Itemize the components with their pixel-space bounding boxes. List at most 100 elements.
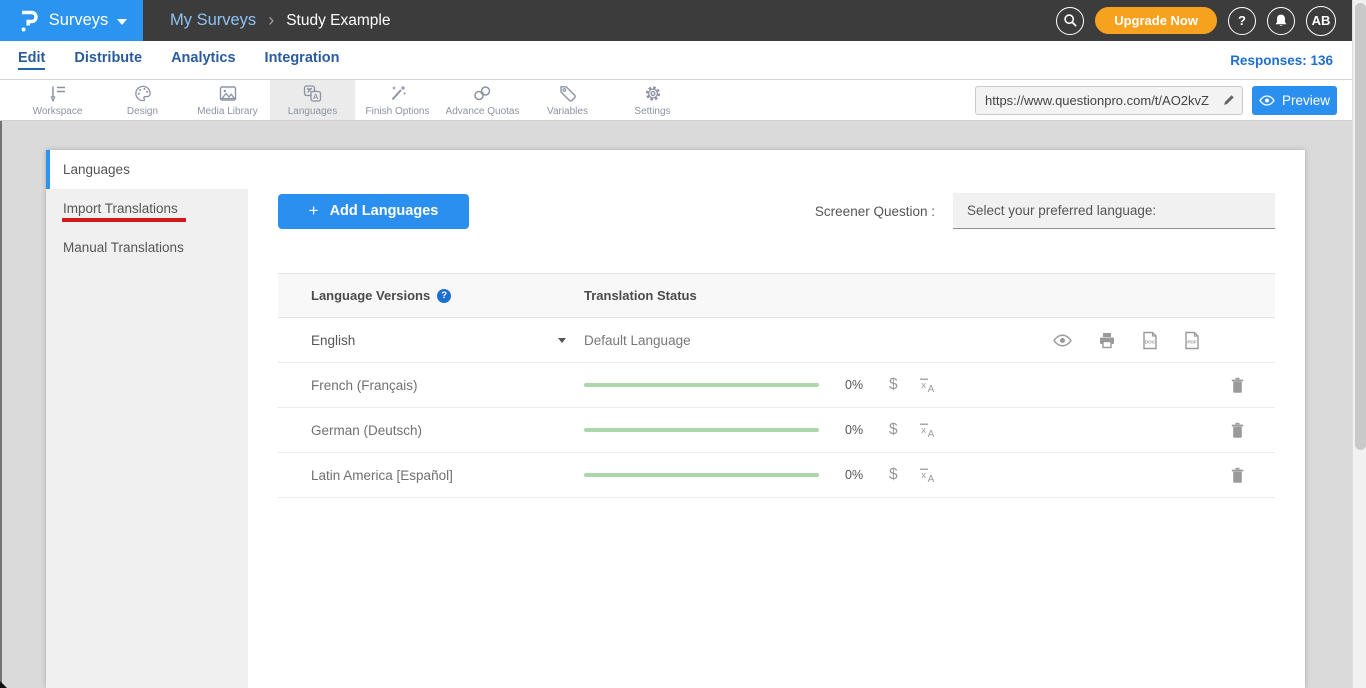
tab-integration[interactable]: Integration: [265, 50, 340, 70]
dollar-icon[interactable]: $: [889, 421, 898, 439]
toolbar-item-advance-quotas[interactable]: Advance Quotas: [440, 80, 525, 120]
toolbar-item-media-library[interactable]: Media Library: [185, 80, 270, 120]
sidebar-item-label: Manual Translations: [63, 240, 184, 255]
languages-icon: A: [302, 84, 323, 103]
translate-icon[interactable]: xA: [918, 377, 936, 393]
questionpro-logo-icon: [16, 8, 40, 34]
edit-url-button[interactable]: [1215, 87, 1242, 114]
add-languages-label: Add Languages: [330, 203, 439, 219]
advance-quotas-icon: [472, 84, 493, 103]
edit-toolbar: Workspace Design Media Library A Languag…: [0, 80, 1366, 121]
red-annotation-underline: [62, 218, 186, 222]
tab-distribute[interactable]: Distribute: [74, 50, 142, 70]
plus-icon: +: [309, 201, 319, 221]
help-button[interactable]: ?: [1228, 7, 1256, 35]
translation-progress-bar: [584, 383, 819, 387]
printer-icon[interactable]: [1098, 332, 1116, 349]
notifications-button[interactable]: [1267, 7, 1295, 35]
svg-text:A: A: [927, 384, 934, 393]
svg-text:x: x: [921, 425, 926, 436]
product-name: Surveys: [49, 11, 109, 30]
tab-edit[interactable]: Edit: [18, 50, 45, 70]
toolbar-item-label: Settings: [634, 106, 670, 117]
language-name: German (Deutsch): [311, 423, 422, 438]
toolbar-item-workspace[interactable]: Workspace: [15, 80, 100, 120]
translate-icon[interactable]: xA: [918, 422, 936, 438]
upgrade-now-button[interactable]: Upgrade Now: [1095, 7, 1217, 34]
svg-text:x: x: [921, 470, 926, 481]
edit-toolbar-items: Workspace Design Media Library A Languag…: [15, 80, 695, 120]
search-button[interactable]: [1056, 7, 1084, 35]
toolbar-item-variables[interactable]: Variables: [525, 80, 610, 120]
column-language-versions: Language Versions: [311, 288, 430, 303]
chevron-down-icon[interactable]: [558, 338, 566, 343]
toolbar-right: Preview: [975, 80, 1337, 120]
eye-icon: [1259, 95, 1275, 106]
doc-icon[interactable]: DOC: [1142, 331, 1158, 350]
trash-icon[interactable]: [1230, 422, 1245, 439]
topbar-actions: Upgrade Now ? AB: [1056, 0, 1336, 41]
vertical-scrollbar[interactable]: [1352, 0, 1366, 688]
responses-count[interactable]: Responses: 136: [1230, 53, 1333, 68]
bell-icon: [1274, 13, 1288, 28]
sidebar-item-import-translations[interactable]: Import Translations: [46, 189, 248, 228]
toolbar-item-languages[interactable]: A Languages: [270, 80, 355, 120]
dollar-icon[interactable]: $: [889, 376, 898, 394]
dollar-icon[interactable]: $: [889, 466, 898, 484]
tab-analytics[interactable]: Analytics: [171, 50, 235, 70]
table-row-language: French (Français) 0% $ xA: [278, 363, 1275, 408]
toolbar-item-label: Advance Quotas: [446, 106, 520, 117]
translation-percent: 0%: [845, 423, 873, 437]
avatar-initials: AB: [1312, 13, 1331, 28]
pencil-icon: [1222, 93, 1236, 107]
sidebar-item-manual-translations[interactable]: Manual Translations: [46, 228, 248, 267]
product-switcher[interactable]: Surveys: [0, 0, 143, 41]
eye-icon[interactable]: [1053, 334, 1072, 347]
languages-main: + Add Languages Screener Question : Sele…: [248, 193, 1305, 498]
language-name[interactable]: English: [311, 333, 355, 348]
screener-question-value: Select your preferred language:: [967, 203, 1156, 218]
screener-question-group: Screener Question : Select your preferre…: [815, 193, 1275, 229]
toolbar-item-finish-options[interactable]: Finish Options: [355, 80, 440, 120]
default-row-actions: DOC PDF: [1053, 331, 1200, 350]
preview-button[interactable]: Preview: [1252, 86, 1337, 115]
languages-panel: Languages Import Translations Manual Tra…: [46, 150, 1305, 688]
content-area: Languages Import Translations Manual Tra…: [0, 121, 1366, 688]
help-icon: ?: [1238, 13, 1246, 28]
screener-question-label: Screener Question :: [815, 204, 935, 219]
survey-url-input[interactable]: [976, 93, 1215, 108]
avatar[interactable]: AB: [1306, 6, 1336, 36]
default-language-status: Default Language: [584, 333, 1053, 348]
add-languages-button[interactable]: + Add Languages: [278, 194, 469, 229]
preview-label: Preview: [1282, 93, 1330, 108]
breadcrumb-my-surveys[interactable]: My Surveys: [170, 11, 256, 30]
toolbar-item-settings[interactable]: Settings: [610, 80, 695, 120]
toolbar-item-design[interactable]: Design: [100, 80, 185, 120]
workspace-icon: [48, 84, 68, 103]
trash-icon[interactable]: [1230, 377, 1245, 394]
translate-icon[interactable]: xA: [918, 467, 936, 483]
design-icon: [133, 84, 153, 103]
pdf-icon[interactable]: PDF: [1184, 331, 1200, 350]
toolbar-item-label: Languages: [288, 106, 338, 117]
svg-text:A: A: [927, 474, 934, 483]
breadcrumb: My Surveys › Study Example: [170, 0, 390, 41]
sidebar-item-label: Languages: [63, 162, 130, 177]
table-header: Language Versions ? Translation Status: [278, 273, 1275, 318]
scrollbar-thumb[interactable]: [1355, 3, 1366, 450]
screener-question-select[interactable]: Select your preferred language:: [953, 193, 1275, 229]
table-row-language: Latin America [Español] 0% $ xA: [278, 453, 1275, 498]
table-row-default-language: English Default Language: [278, 318, 1275, 363]
trash-icon[interactable]: [1230, 467, 1245, 484]
doc-label: DOC: [1145, 339, 1156, 345]
help-badge-icon[interactable]: ?: [437, 289, 451, 303]
language-name: Latin America [Español]: [311, 468, 453, 483]
translation-percent: 0%: [845, 468, 873, 482]
sidebar-item-languages[interactable]: Languages: [46, 150, 248, 189]
svg-text:A: A: [313, 91, 319, 100]
search-icon: [1063, 13, 1078, 28]
toolbar-item-label: Variables: [547, 106, 588, 117]
survey-nav-tabs: Edit Distribute Analytics Integration: [18, 50, 339, 70]
table-row-language: German (Deutsch) 0% $ xA: [278, 408, 1275, 453]
finish-options-icon: [388, 84, 408, 103]
